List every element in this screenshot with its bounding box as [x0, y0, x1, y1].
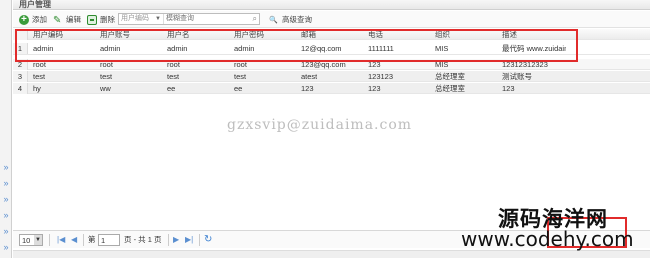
expand-chevron-icon[interactable]: » [1, 178, 11, 188]
delete-button-label: 删除 [100, 15, 115, 24]
add-button[interactable]: 添加 [19, 13, 47, 26]
page-total-text: 页 - 共 1 页 [124, 235, 162, 244]
advanced-search-label: 高级查询 [282, 15, 312, 24]
page-number-input[interactable]: 1 [98, 234, 120, 246]
pager-separator [49, 234, 50, 246]
table-cell: ee [234, 84, 243, 93]
site-url: www.codehy.com [461, 227, 634, 251]
expand-chevron-icon[interactable]: » [1, 242, 11, 252]
expand-chevron-icon[interactable]: » [1, 210, 11, 220]
chevron-down-icon: ▼ [34, 235, 42, 245]
edit-button-label: 编辑 [66, 15, 81, 24]
page-prefix: 第 [88, 235, 96, 244]
table-cell: hy [33, 84, 41, 93]
toolbar: 添加 编辑 删除 用户编码 ▼ ⌕ 高级查询 [13, 11, 650, 28]
edit-button[interactable]: 编辑 [53, 13, 81, 27]
search-icon[interactable]: ⌕ [253, 14, 257, 24]
page-number-value: 1 [101, 236, 106, 245]
page-size-value: 10 [22, 236, 31, 245]
prev-page-icon[interactable]: ◀ [71, 234, 77, 246]
add-button-label: 添加 [32, 15, 47, 24]
watermark-text: gzxsvip@zuidaima.com [227, 117, 413, 133]
delete-icon [87, 15, 97, 25]
table-cell: 123 [502, 84, 515, 93]
pager-separator [168, 234, 169, 246]
table-cell: ww [100, 84, 111, 93]
expand-chevron-icon[interactable]: » [1, 226, 11, 236]
panel-title: 用户管理 [19, 0, 51, 9]
delete-button[interactable]: 删除 [87, 13, 115, 26]
table-cell: 123 [368, 84, 381, 93]
advanced-search-icon [269, 14, 279, 27]
table-cell: 123 [301, 84, 314, 93]
table-cell: test [100, 72, 113, 81]
table-cell: 123123 [368, 72, 394, 81]
pager-separator [83, 234, 84, 246]
user-management-panel: 用户管理 添加 编辑 删除 用户编码 ▼ ⌕ 高级查询 用户编码 [13, 0, 650, 258]
expand-chevron-icon[interactable]: » [1, 194, 11, 204]
table-cell: test [234, 72, 247, 81]
advanced-search-button[interactable]: 高级查询 [269, 13, 312, 27]
row-number: 3 [13, 71, 28, 82]
table-cell: 总经理室 [435, 72, 465, 81]
pager-separator [199, 234, 200, 246]
table-cell: test [33, 72, 46, 81]
table-cell: 测试账号 [502, 72, 532, 81]
expand-chevron-icon[interactable]: » [1, 162, 11, 172]
highlight-box [15, 29, 578, 62]
row-number: 4 [13, 83, 28, 94]
last-page-icon[interactable]: ▶| [185, 234, 193, 246]
table-cell: atest [301, 72, 318, 81]
next-page-icon[interactable]: ▶ [173, 234, 179, 246]
page-size-select[interactable]: 10 ▼ [19, 234, 43, 246]
horizontal-scrollbar[interactable] [13, 250, 650, 258]
table-row[interactable]: 3 test test test test atest 123123 总经理室 … [13, 71, 650, 82]
table-cell: 总经理室 [435, 84, 465, 93]
table-cell: test [167, 72, 180, 81]
table-row[interactable]: 4 hy ww ee ee 123 123 总经理室 123 [13, 83, 650, 94]
table-cell: ee [167, 84, 176, 93]
search-box: 用户编码 ▼ ⌕ [118, 13, 260, 25]
chevron-down-icon[interactable]: ▼ [155, 14, 161, 24]
refresh-icon[interactable] [204, 234, 212, 246]
left-collapse-strip: » » » » » » [0, 0, 12, 258]
first-page-icon[interactable]: |◀ [57, 234, 65, 246]
edit-icon [53, 14, 63, 27]
panel-title-bar: 用户管理 [13, 0, 650, 10]
add-icon [19, 13, 29, 26]
search-input[interactable] [166, 14, 246, 24]
